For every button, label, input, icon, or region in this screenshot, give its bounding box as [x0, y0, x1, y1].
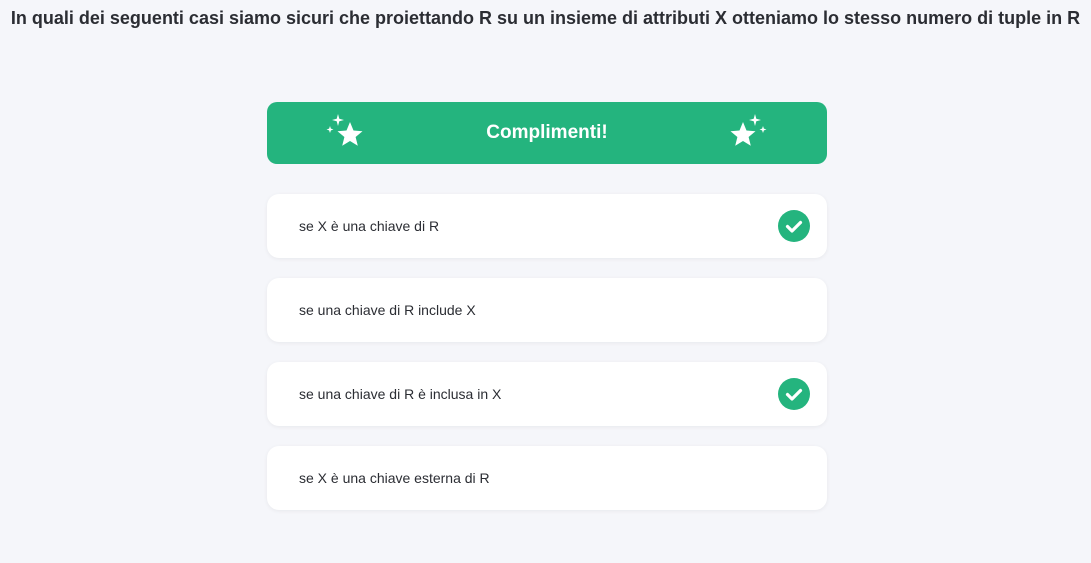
answer-option[interactable]: se X è una chiave di R	[267, 194, 827, 258]
check-circle-icon	[778, 210, 810, 242]
success-banner: Complimenti!	[267, 102, 827, 164]
answer-option-label: se X è una chiave esterna di R	[299, 470, 490, 486]
answer-option-label: se una chiave di R include X	[299, 302, 476, 318]
answer-option[interactable]: se una chiave di R include X	[267, 278, 827, 342]
answer-option-label: se X è una chiave di R	[299, 218, 440, 234]
answer-options: se X è una chiave di R se una chiave di …	[267, 194, 827, 530]
sparkle-star-icon	[730, 114, 767, 146]
banner-message: Complimenti!	[486, 122, 608, 143]
answer-option-label: se una chiave di R è inclusa in X	[299, 386, 502, 402]
answer-option[interactable]: se X è una chiave esterna di R	[267, 446, 827, 510]
check-circle-icon	[778, 378, 810, 410]
answer-option[interactable]: se una chiave di R è inclusa in X	[267, 362, 827, 426]
sparkle-star-icon	[326, 114, 363, 146]
question-title: In quali dei seguenti casi siamo sicuri …	[10, 8, 1081, 28]
